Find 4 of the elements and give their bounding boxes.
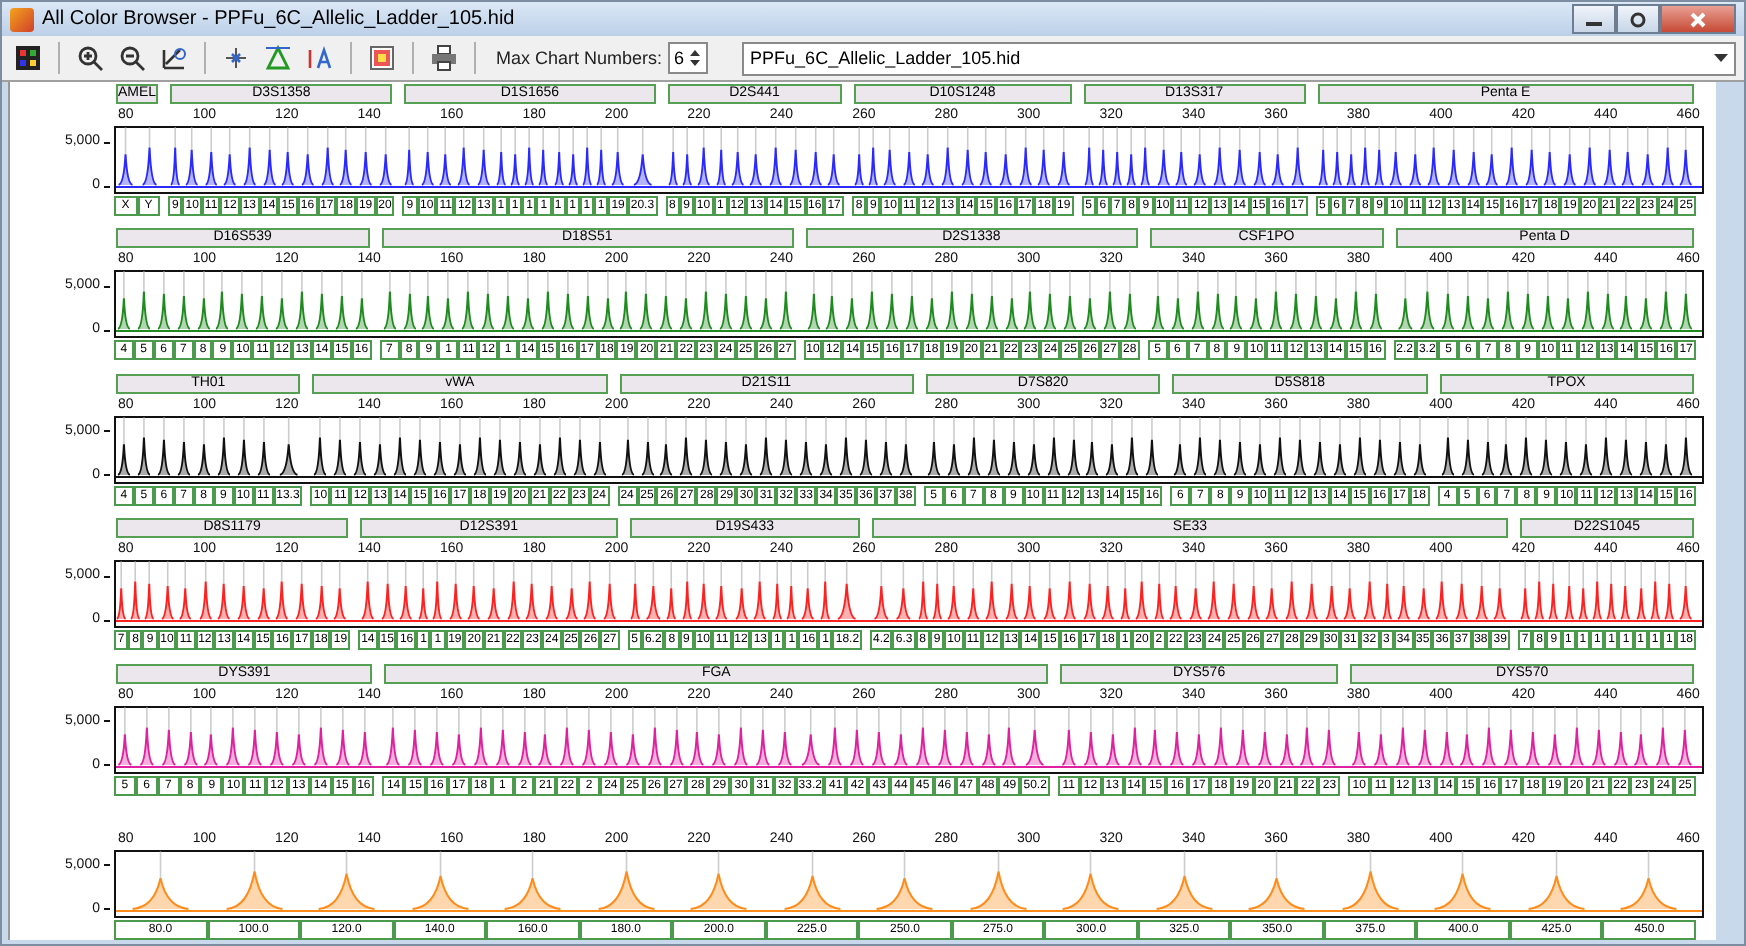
max-chart-label: Max Chart Numbers: [496,48,663,68]
file-dropdown[interactable]: PPFu_6C_Allelic_Ladder_105.hid [742,41,1736,75]
max-chart-spinner[interactable]: 6 [668,42,709,74]
window-title: All Color Browser - PPFu_6C_Allelic_Ladder_105.hid [42,8,517,30]
